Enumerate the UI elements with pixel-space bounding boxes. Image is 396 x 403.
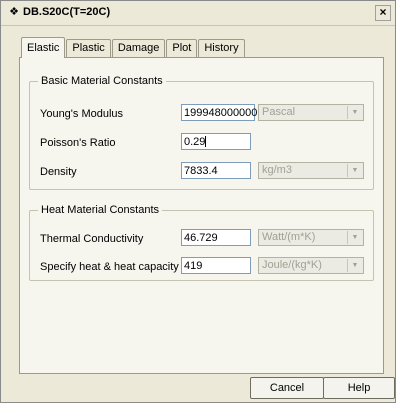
density-label: Density xyxy=(40,166,77,178)
basic-constants-title: Basic Material Constants xyxy=(41,75,163,87)
material-icon: ❖ xyxy=(9,6,19,18)
chevron-down-icon: ▼ xyxy=(347,164,362,177)
basic-constants-group: Basic Material Constants Young's Modulus… xyxy=(29,75,374,190)
youngs-modulus-field[interactable]: 199948000000 xyxy=(181,104,257,121)
density-field[interactable]: 7833.4 xyxy=(181,162,251,179)
density-unit: kg/m3 xyxy=(262,164,292,176)
poissons-ratio-value: 0.29 xyxy=(184,136,206,148)
heat-capacity-row: Specify heat & heat capacity 419 Joule/(… xyxy=(30,257,373,277)
heat-capacity-field[interactable]: 419 xyxy=(181,257,251,274)
thermal-conductivity-label: Thermal Conductivity xyxy=(40,233,144,245)
youngs-modulus-unit: Pascal xyxy=(262,106,296,118)
poissons-ratio-field[interactable]: 0.29 xyxy=(181,133,251,150)
help-button[interactable]: Help xyxy=(323,377,395,399)
cancel-button[interactable]: Cancel xyxy=(250,377,324,399)
chevron-down-icon: ▼ xyxy=(347,231,362,244)
material-dialog: ❖ DB.S20C(T=20C) × Elastic Plastic Damag… xyxy=(0,0,396,403)
heat-capacity-unit: Joule/(kg*K) xyxy=(262,259,322,271)
youngs-modulus-label: Young's Modulus xyxy=(40,108,124,120)
tab-history[interactable]: History xyxy=(198,39,245,57)
text-caret xyxy=(205,136,207,147)
window-title: DB.S20C(T=20C) xyxy=(23,6,111,18)
heat-capacity-label: Specify heat & heat capacity xyxy=(40,261,179,273)
poissons-ratio-row: Poisson's Ratio 0.29 xyxy=(30,133,373,153)
heat-capacity-unit-select[interactable]: Joule/(kg*K) ▼ xyxy=(258,257,364,274)
thermal-conductivity-row: Thermal Conductivity 46.729 Watt/(m*K) ▼ xyxy=(30,229,373,249)
chevron-down-icon: ▼ xyxy=(347,106,362,119)
thermal-conductivity-unit: Watt/(m*K) xyxy=(262,231,316,243)
tab-elastic[interactable]: Elastic xyxy=(21,37,66,58)
elastic-panel: Basic Material Constants Young's Modulus… xyxy=(19,57,384,374)
tab-plastic[interactable]: Plastic xyxy=(66,39,111,57)
density-unit-select[interactable]: kg/m3 ▼ xyxy=(258,162,364,179)
tab-damage[interactable]: Damage xyxy=(111,39,166,57)
close-button[interactable]: × xyxy=(375,5,391,21)
density-row: Density 7833.4 kg/m3 ▼ xyxy=(30,162,373,182)
tab-bar: Elastic Plastic Damage Plot History xyxy=(21,37,246,58)
youngs-modulus-unit-select[interactable]: Pascal ▼ xyxy=(258,104,364,121)
tab-plot[interactable]: Plot xyxy=(166,39,198,57)
thermal-conductivity-field[interactable]: 46.729 xyxy=(181,229,251,246)
youngs-modulus-row: Young's Modulus 199948000000 Pascal ▼ xyxy=(30,104,373,124)
heat-constants-group: Heat Material Constants Thermal Conducti… xyxy=(29,204,374,281)
heat-constants-title: Heat Material Constants xyxy=(41,204,159,216)
chevron-down-icon: ▼ xyxy=(347,259,362,272)
poissons-ratio-label: Poisson's Ratio xyxy=(40,137,116,149)
thermal-conductivity-unit-select[interactable]: Watt/(m*K) ▼ xyxy=(258,229,364,246)
title-bar[interactable]: ❖ DB.S20C(T=20C) × xyxy=(1,1,395,26)
